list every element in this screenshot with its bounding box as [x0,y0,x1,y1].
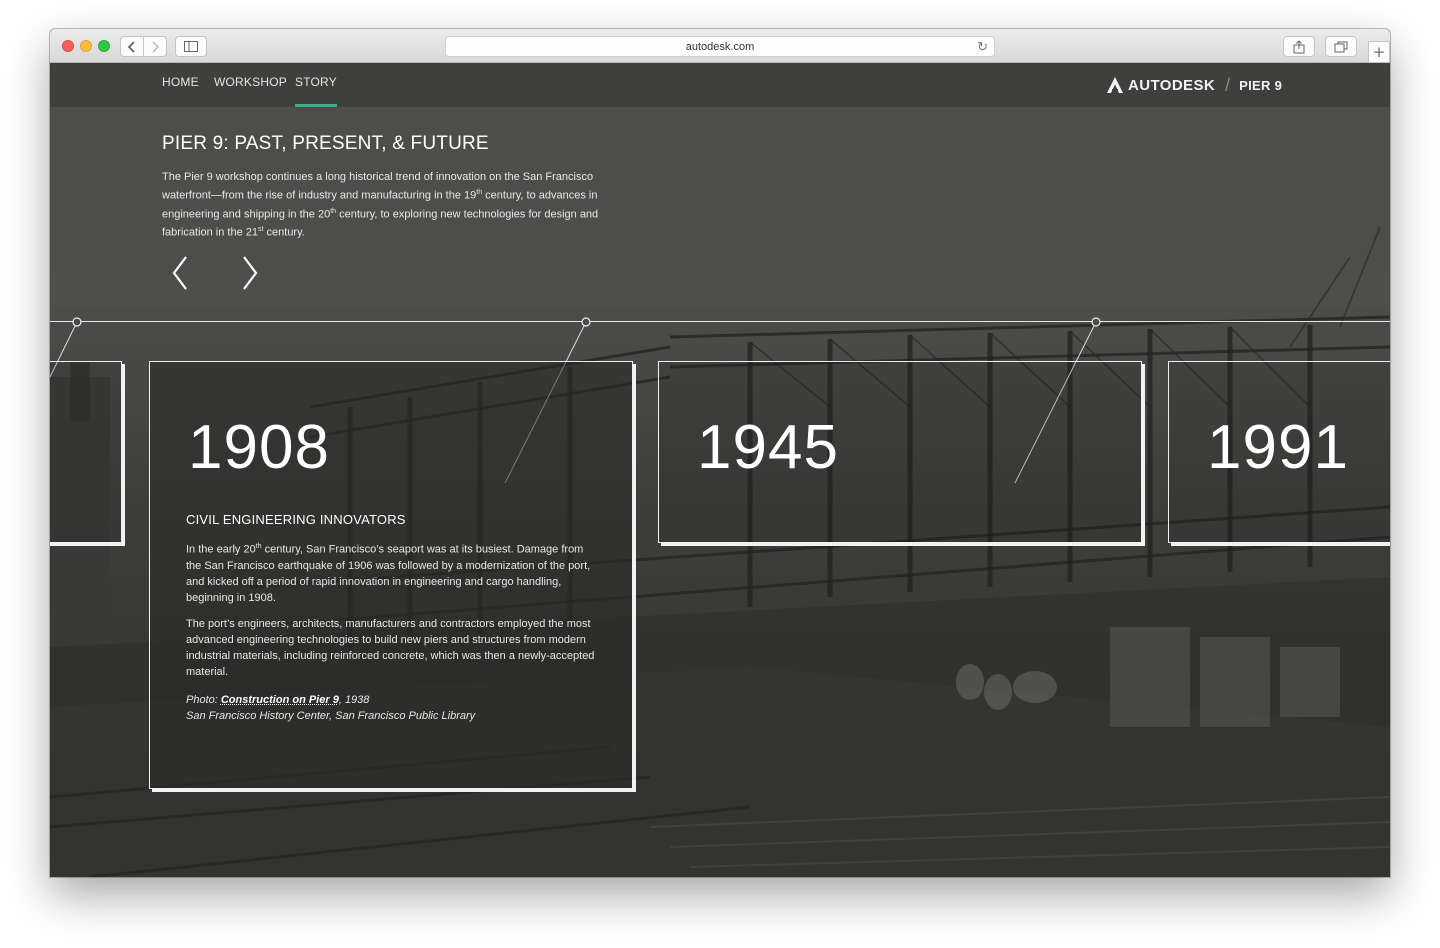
chevron-right-icon [243,256,258,290]
plus-icon: + [1372,43,1386,61]
sidebar-icon [184,41,198,52]
show-tabs-button[interactable] [1325,36,1357,57]
chevron-left-icon [127,40,135,53]
card-heading: CIVIL ENGINEERING INNOVATORS [186,512,406,527]
intro-paragraph: The Pier 9 workshop continues a long his… [162,169,632,241]
nav-workshop[interactable]: WORKSHOP [214,63,287,107]
hero-section: PIER 9: PAST, PRESENT, & FUTURE The Pier… [50,107,1390,877]
site-navigation: HOME WORKSHOP STORY AUTODESK / PIER 9 [50,63,1390,107]
sidebar-button[interactable] [175,36,207,57]
timeline-prev-button[interactable] [165,253,195,293]
brand-separator: / [1225,74,1231,95]
url-text: autodesk.com [685,40,755,53]
new-tab-button[interactable]: + [1368,41,1390,63]
credit-source: San Francisco History Center, San Franci… [186,710,476,722]
nav-story[interactable]: STORY [295,63,337,107]
tabs-icon [1334,41,1348,52]
minimize-window-button[interactable] [80,40,92,52]
nav-home[interactable]: HOME [162,63,199,107]
close-window-button[interactable] [62,40,74,52]
timeline-card-1908: 1908 CIVIL ENGINEERING INNOVATORS In the… [149,361,633,789]
timeline-next-button[interactable] [235,253,265,293]
autodesk-logo-icon [1107,77,1123,93]
photo-credit: Photo: Construction on Pier 9, 1938 San … [186,692,598,724]
brand-sub-name: PIER 9 [1239,77,1283,93]
card-paragraph: In the early 20th century, San Francisco… [186,539,598,606]
card-year: 1991 [1207,413,1349,482]
intro-text-part: century. [263,226,305,239]
zoom-window-button[interactable] [98,40,110,52]
address-bar[interactable]: autodesk.com ↻ [445,36,995,57]
timeline-card-1945[interactable]: 1945 [658,361,1142,543]
browser-titlebar: autodesk.com ↻ + [50,29,1390,63]
credit-prefix: Photo: [186,694,221,706]
card-year: 1908 [188,413,330,482]
timeline-card-1991[interactable]: 1991 [1168,361,1390,543]
photo-credit-link[interactable]: Construction on Pier 9 [221,694,339,706]
card-text-part: In the early 20 [186,543,256,556]
card-year: 1945 [697,413,839,482]
timeline-card-previous[interactable] [50,361,122,543]
chevron-left-icon [172,256,187,290]
brand-name: AUTODESK [1128,76,1216,94]
reload-icon[interactable]: ↻ [977,39,988,55]
card-paragraph: The port’s engineers, architects, manufa… [186,618,595,678]
brand-lockup[interactable]: AUTODESK / PIER 9 [1106,63,1282,107]
credit-suffix: , 1938 [338,694,370,706]
back-button[interactable] [120,36,144,57]
share-icon [1293,39,1305,53]
forward-button[interactable] [143,36,167,57]
chevron-right-icon [152,40,160,53]
page-title: PIER 9: PAST, PRESENT, & FUTURE [162,133,489,154]
timeline-axis [50,321,1390,322]
browser-window: autodesk.com ↻ + HOME WORKSHOP STORY AUT… [50,29,1390,877]
share-button[interactable] [1283,36,1315,57]
